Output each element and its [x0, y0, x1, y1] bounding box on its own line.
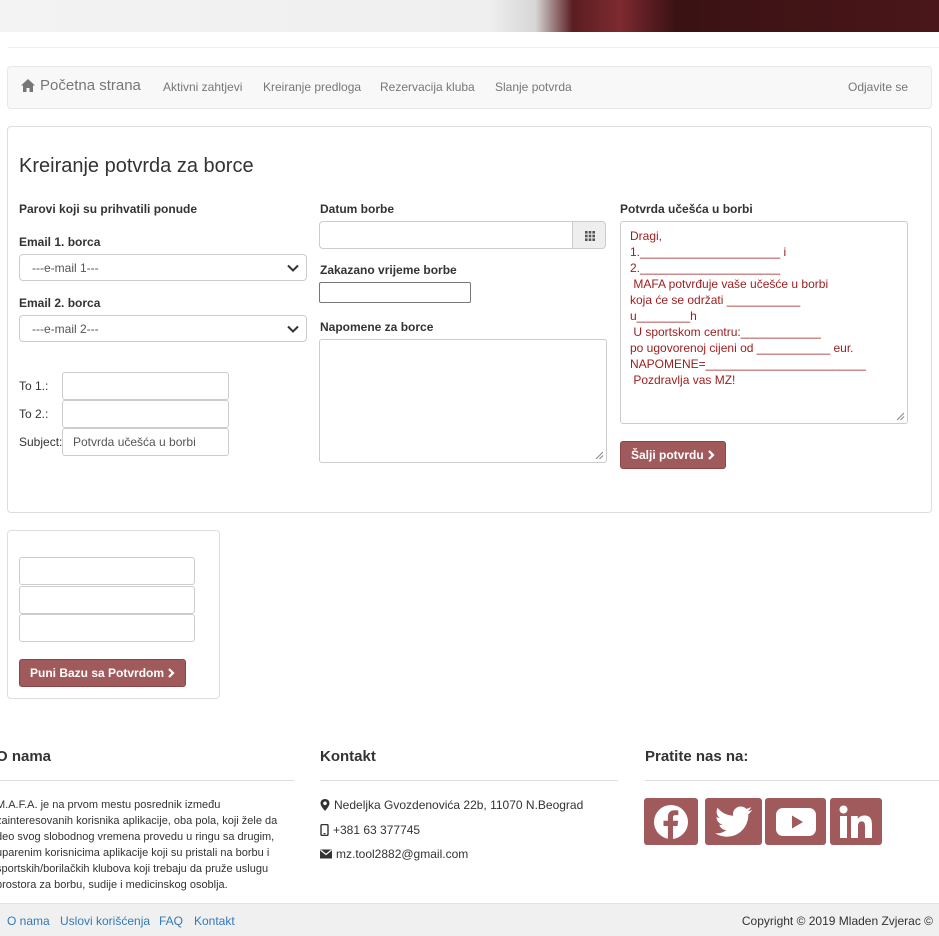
- chevron-down-icon: [287, 264, 299, 272]
- notes-label: Napomene za borce: [320, 320, 434, 334]
- db-input-3[interactable]: [19, 614, 195, 642]
- footer-link-about[interactable]: O nama: [7, 914, 50, 928]
- email1-label: Email 1. borca: [19, 235, 101, 249]
- chevron-right-icon: [168, 668, 175, 678]
- about-line: zainteresovanih korisnika aplikacije, ob…: [0, 815, 278, 827]
- about-line: sportskih/borilačkih klubova koji trebaj…: [0, 863, 269, 875]
- contact-title: Kontakt: [320, 748, 376, 765]
- about-title: O nama: [0, 748, 52, 765]
- to2-label: To 2.:: [19, 407, 49, 421]
- chevron-right-icon: [707, 450, 715, 460]
- to1-label: To 1.:: [19, 379, 49, 393]
- resize-handle-icon: [595, 451, 604, 460]
- about-text: M.A.F.A. je na prvom mestu posrednik izm…: [0, 797, 300, 893]
- fill-db-button-label: Puni Bazu sa Potvrdom: [30, 666, 165, 680]
- home-icon: [21, 79, 35, 92]
- divider: [645, 780, 939, 781]
- email2-value: ---e-mail 2---: [32, 322, 99, 336]
- contact-email: mz.tool2882@gmail.com: [320, 847, 468, 861]
- about-line: uparenim korisnicima aplikacije koji su …: [0, 847, 270, 859]
- map-marker-icon: [320, 799, 330, 811]
- twitter-icon: [714, 806, 752, 837]
- footer-link-faq[interactable]: FAQ: [159, 914, 183, 928]
- footer-link-terms[interactable]: Uslovi korišćenja: [60, 914, 150, 928]
- email1-select[interactable]: ---e-mail 1---: [19, 254, 307, 281]
- email1-value: ---e-mail 1---: [32, 261, 99, 275]
- linkedin-icon: [839, 805, 872, 838]
- divider: [320, 780, 618, 781]
- send-confirmation-button[interactable]: Šalji potvrdu: [620, 441, 726, 469]
- divider: [0, 780, 294, 781]
- youtube-button[interactable]: [765, 798, 826, 845]
- chevron-down-icon: [287, 325, 299, 333]
- about-line: M.A.F.A. je na prvom mestu posrednik izm…: [0, 799, 221, 811]
- phone-icon: [320, 824, 329, 836]
- home-label: Početna strana: [40, 77, 141, 94]
- logout-link[interactable]: Odjavite se: [848, 80, 908, 94]
- page-title: Kreiranje potvrda za borce: [19, 155, 254, 177]
- notes-textarea[interactable]: [319, 339, 607, 463]
- date-label: Datum borbe: [320, 202, 395, 216]
- subject-label: Subject:: [19, 435, 63, 449]
- time-label: Zakazano vrijeme borbe: [320, 263, 457, 277]
- contact-address: Nedeljka Gvozdenovića 22b, 11070 N.Beogr…: [320, 798, 583, 812]
- db-input-1[interactable]: [19, 557, 195, 585]
- confirm-label: Potvrda učešća u borbi: [620, 202, 753, 216]
- calendar-button[interactable]: [572, 221, 606, 249]
- nav-kreiranje-predloga[interactable]: Kreiranje predloga: [263, 80, 361, 94]
- header-banner: [0, 0, 939, 32]
- nav-aktivni-zahtjevi[interactable]: Aktivni zahtjevi: [163, 80, 242, 94]
- divider: [8, 47, 939, 48]
- phone-text: +381 63 377745: [333, 823, 421, 837]
- resize-handle-icon: [896, 412, 905, 421]
- address-text: Nedeljka Gvozdenovića 22b, 11070 N.Beogr…: [334, 798, 584, 812]
- email2-label: Email 2. borca: [19, 296, 101, 310]
- db-input-2[interactable]: [19, 586, 195, 614]
- subject-value: Potvrda učešća u borbi: [73, 435, 196, 449]
- facebook-icon: [654, 804, 688, 839]
- facebook-button[interactable]: [644, 798, 698, 845]
- confirmation-text: Dragi, 1._____________________ i 2._____…: [630, 229, 866, 387]
- footer-bar: O nama Uslovi korišćenja FAQ Kontakt Cop…: [0, 903, 939, 936]
- navbar: Početna strana Aktivni zahtjevi Kreiranj…: [7, 66, 932, 109]
- to1-input[interactable]: [62, 372, 229, 400]
- twitter-button[interactable]: [705, 798, 762, 845]
- footer-link-contact[interactable]: Kontakt: [194, 914, 235, 928]
- email2-select[interactable]: ---e-mail 2---: [19, 315, 307, 342]
- follow-title: Pratite nas na:: [645, 748, 749, 765]
- about-line: prostora za borbu, sudije i medicinskog …: [0, 879, 228, 891]
- to2-input[interactable]: [62, 400, 229, 428]
- fill-db-button[interactable]: Puni Bazu sa Potvrdom: [19, 659, 187, 687]
- pairs-label: Parovi koji su prihvatili ponude: [19, 202, 198, 216]
- calendar-grid-icon: [585, 231, 595, 241]
- date-input[interactable]: [319, 221, 573, 249]
- time-input[interactable]: [319, 282, 471, 303]
- nav-rezervacija-kluba[interactable]: Rezervacija kluba: [380, 80, 475, 94]
- copyright-text: Copyright © 2019 Mladen Zvjerac ©: [741, 914, 933, 928]
- about-line: deo svog slobodnog vremena provedu u rin…: [0, 831, 275, 843]
- home-link[interactable]: Početna strana: [20, 77, 141, 94]
- email-text: mz.tool2882@gmail.com: [336, 847, 469, 861]
- subject-input[interactable]: Potvrda učešća u borbi: [62, 428, 229, 456]
- contact-phone: +381 63 377745: [320, 823, 420, 837]
- send-button-label: Šalji potvrdu: [631, 448, 704, 462]
- nav-slanje-potvrda[interactable]: Slanje potvrda: [495, 80, 572, 94]
- linkedin-button[interactable]: [830, 798, 882, 845]
- envelope-icon: [320, 849, 332, 859]
- youtube-icon: [775, 807, 816, 836]
